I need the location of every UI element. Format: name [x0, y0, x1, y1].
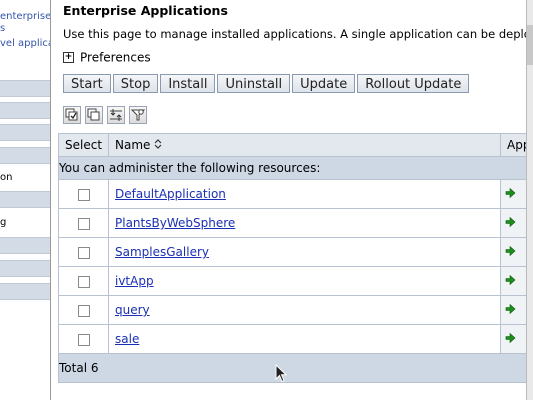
table-header: Select Name App [58, 133, 527, 157]
sort-icon[interactable] [154, 138, 162, 152]
row-checkbox[interactable] [77, 246, 90, 259]
table-row: DefaultApplication [58, 179, 527, 209]
icon-toolbar [63, 106, 151, 128]
row-checkbox[interactable] [77, 304, 90, 317]
bg-text-level: vel applica [0, 38, 50, 49]
started-arrow-icon [505, 245, 516, 259]
row-checkbox[interactable] [77, 217, 90, 230]
select-all-icon[interactable] [63, 106, 81, 124]
app-link[interactable]: sale [115, 332, 139, 346]
name-header-label: Name [115, 137, 151, 152]
started-arrow-icon [505, 332, 516, 346]
started-arrow-icon [505, 303, 516, 317]
bg-bar [0, 147, 50, 164]
bg-text-enterprise: enterprise [0, 11, 50, 22]
total-row: Total 6 [58, 353, 527, 383]
row-checkbox[interactable] [77, 333, 90, 346]
total-count: Total 6 [58, 353, 527, 383]
install-button[interactable]: Install [160, 74, 216, 93]
table-row: query [58, 295, 527, 325]
expand-icon[interactable]: + [63, 52, 74, 63]
row-checkbox[interactable] [77, 275, 90, 288]
bg-bar [0, 191, 50, 208]
stop-button[interactable]: Stop [112, 74, 159, 93]
mouse-cursor-icon [275, 363, 288, 387]
uninstall-button[interactable]: Uninstall [217, 74, 291, 93]
update-button[interactable]: Update [292, 74, 356, 93]
bg-bar [0, 102, 50, 119]
bg-text-s: s [0, 23, 6, 34]
page-description: Use this page to manage installed applic… [63, 27, 527, 41]
app-link[interactable]: SamplesGallery [115, 245, 209, 259]
table-row: sale [58, 324, 527, 354]
start-button[interactable]: Start [63, 74, 111, 93]
preferences-toggle[interactable]: + Preferences [63, 50, 151, 65]
started-arrow-icon [505, 216, 516, 230]
bg-bar [0, 283, 50, 300]
app-link[interactable]: PlantsByWebSphere [115, 216, 235, 230]
page-title: Enterprise Applications [63, 3, 228, 18]
info-text: You can administer the following resourc… [58, 156, 527, 180]
bg-bar [0, 260, 50, 277]
bg-bar [0, 237, 50, 254]
app-link[interactable]: ivtApp [115, 274, 154, 288]
rollout-update-button[interactable]: Rollout Update [357, 74, 470, 93]
info-row: You can administer the following resourc… [58, 156, 527, 180]
deselect-all-icon[interactable] [85, 106, 103, 124]
export-icon[interactable] [107, 106, 125, 124]
scrollbar-thumb[interactable] [527, 25, 533, 65]
app-link[interactable]: query [115, 303, 150, 317]
app-status-column-header: App [500, 133, 527, 157]
action-toolbar: Start Stop Install Uninstall Update Rollout U… [63, 74, 471, 93]
background-panel: enterprise s vel applica on g [0, 0, 50, 400]
table-row: PlantsByWebSphere [58, 208, 527, 238]
started-arrow-icon [505, 274, 516, 288]
table-row: ivtApp [58, 266, 527, 296]
row-checkbox[interactable] [77, 188, 90, 201]
app-link[interactable]: DefaultApplication [115, 187, 226, 201]
bg-bar [0, 80, 50, 97]
preferences-label: Preferences [80, 50, 151, 65]
select-column-header: Select [58, 133, 109, 157]
started-arrow-icon [505, 187, 516, 201]
filter-icon[interactable] [129, 106, 147, 124]
applications-table: Select Name App You can administer the f… [58, 133, 527, 383]
bg-text-g: g [0, 217, 7, 228]
enterprise-applications-panel: Enterprise Applications Use this page to… [50, 0, 527, 400]
name-column-header[interactable]: Name [108, 133, 501, 157]
bg-bar [0, 124, 50, 141]
bg-text-on: on [0, 172, 13, 183]
table-row: SamplesGallery [58, 237, 527, 267]
